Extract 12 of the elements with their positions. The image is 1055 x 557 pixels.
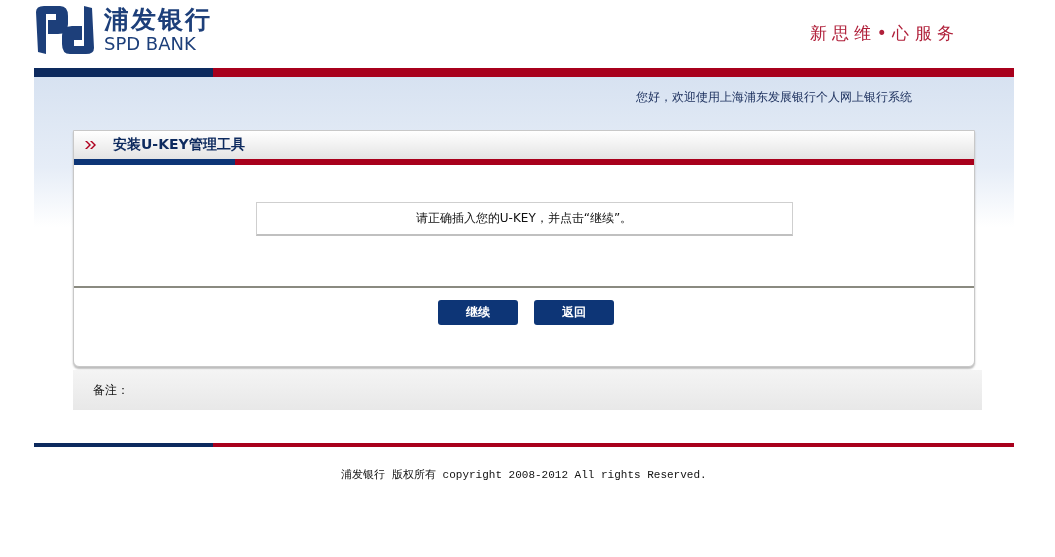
message-box: 请正确插入您的U-KEY，并点击“继续”。 (255, 202, 793, 236)
action-button[interactable]: 继续 (438, 300, 518, 325)
slogan: 新 思 维 • 心 服 务 (809, 22, 954, 45)
panel-title: 安装U-KEY管理工具 (113, 136, 245, 154)
notes-label: 备注： (93, 381, 129, 399)
bank-name: 浦发银行 (104, 6, 212, 34)
bank-name-english: SPD BANK (104, 34, 197, 54)
action-button[interactable]: 返回 (534, 300, 614, 325)
copyright-text: 浦发银行 版权所有 copyright 2008-2012 All rights Reserved. (341, 469, 707, 481)
chevron-icon (85, 140, 97, 150)
welcome-text: 您好，欢迎使用上海浦东发展银行个人网上银行系统 (635, 89, 913, 106)
logo-icon (34, 6, 96, 54)
